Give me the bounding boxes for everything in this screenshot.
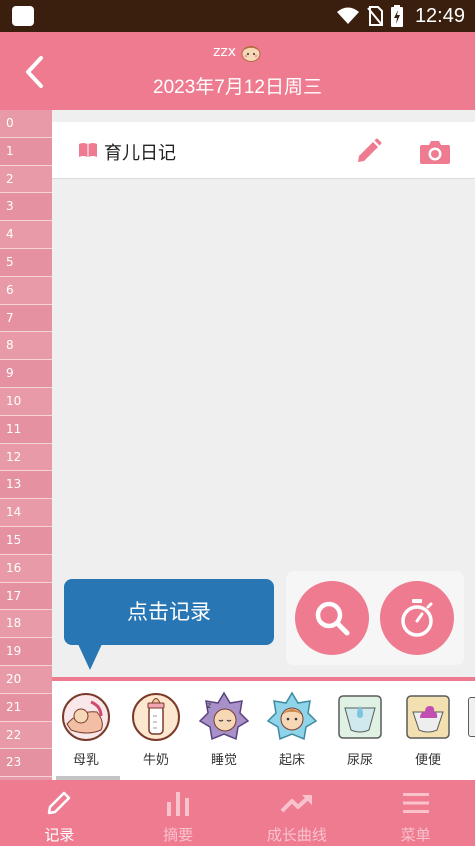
hour-label: 3 [0, 193, 52, 222]
timer-button[interactable] [380, 581, 454, 655]
tab-record[interactable]: 记录 [0, 780, 119, 846]
hour-label: 14 [0, 499, 52, 527]
tab-label: 菜单 [400, 826, 431, 844]
hour-label: 12 [0, 444, 52, 472]
edit-diary-button[interactable] [352, 136, 384, 168]
hour-label: 1 [0, 137, 52, 166]
hour-label: 9 [0, 360, 52, 388]
quick-item-label: 母乳 [72, 753, 99, 768]
search-icon [315, 601, 350, 636]
header: zzx 2023年7月12日周三 [0, 32, 475, 110]
wifi-icon [336, 7, 359, 24]
baby-name: zzx [213, 44, 236, 60]
status-bar: 12:49 [0, 0, 475, 32]
camera-icon [420, 141, 450, 164]
hour-label: 7 [0, 304, 52, 333]
hour-label: 10 [0, 388, 52, 416]
tab-menu[interactable]: 菜单 [356, 780, 475, 846]
bar-chart-icon [167, 792, 190, 816]
svg-text:z: z [207, 701, 211, 710]
search-button[interactable] [295, 581, 369, 655]
tooltip-pointer [78, 644, 102, 670]
hour-label: 15 [0, 527, 52, 555]
hour-label: 19 [0, 638, 52, 666]
trend-up-icon [280, 794, 312, 813]
book-icon [79, 143, 97, 157]
hour-label: 0 [0, 110, 52, 138]
tab-label: 记录 [44, 826, 75, 844]
baby-profile[interactable]: zzx [0, 42, 475, 62]
hour-ruler: 0 1 2 3 4 5 6 7 8 9 10 11 12 13 14 15 16 17 18 19 20 21 22 23 [0, 110, 52, 780]
pencil-icon [358, 138, 382, 162]
hour-label: 22 [0, 722, 52, 750]
quick-item-bottle[interactable]: 牛奶 [126, 691, 186, 768]
quick-item-label: 牛奶 [142, 753, 169, 768]
quick-item-breastfeeding[interactable]: 母乳 [56, 691, 116, 768]
quick-record-bar[interactable]: 母乳 牛奶 z 睡觉 起床 尿尿 便便 [52, 677, 475, 780]
quick-item-wake-up[interactable]: 起床 [262, 691, 322, 768]
tab-label: 成长曲线 [266, 826, 327, 844]
hour-label: 6 [0, 277, 52, 305]
tab-growth-curve[interactable]: 成长曲线 [238, 780, 357, 846]
quick-item-label: 尿尿 [346, 753, 373, 768]
wake-up-icon [266, 691, 318, 741]
hour-label: 21 [0, 693, 52, 722]
quick-item-poop[interactable]: 便便 [398, 691, 458, 768]
add-photo-button[interactable] [418, 136, 452, 168]
quick-item-label: 便便 [414, 753, 441, 768]
hour-label: 16 [0, 555, 52, 583]
menu-icon [402, 793, 429, 813]
hour-label: 17 [0, 582, 52, 611]
hour-label: 2 [0, 166, 52, 194]
status-time: 12:49 [414, 4, 465, 27]
tab-summary[interactable]: 摘要 [119, 780, 238, 846]
diaper-pee-icon [338, 695, 382, 739]
no-sim-icon [367, 6, 383, 26]
quick-item-pee[interactable]: 尿尿 [330, 691, 390, 768]
baby-face-icon [241, 46, 261, 62]
hour-label: 23 [0, 749, 52, 778]
stopwatch-icon [401, 599, 433, 637]
diaper-poop-icon [406, 695, 450, 739]
quick-item-label: 起床 [278, 753, 305, 768]
hour-label: 18 [0, 610, 52, 639]
diary-row[interactable]: 育儿日记 [52, 122, 475, 179]
app-notification-icon [12, 6, 34, 26]
tab-label: 摘要 [163, 826, 194, 844]
battery-charging-icon [390, 5, 403, 27]
quick-item-more-partial[interactable] [468, 697, 475, 737]
hour-label: 20 [0, 666, 52, 694]
hour-label: 13 [0, 471, 52, 500]
pencil-icon [48, 791, 71, 815]
hour-label: 8 [0, 332, 52, 361]
quick-item-sleep[interactable]: z 睡觉 [194, 691, 254, 768]
quick-item-label: 睡觉 [210, 753, 237, 768]
breastfeeding-icon [62, 693, 110, 741]
bottom-navigation: 记录 摘要 成长曲线 菜单 [0, 780, 475, 846]
diary-label: 育儿日记 [104, 143, 176, 164]
status-icons: 12:49 [336, 4, 465, 28]
bottle-icon [132, 693, 180, 741]
hour-label: 5 [0, 249, 52, 277]
hour-label: 11 [0, 415, 52, 444]
hour-label: 4 [0, 221, 52, 249]
page-title-date: 2023年7月12日周三 [153, 77, 322, 98]
sleep-icon: z [198, 691, 250, 741]
record-hint-tooltip: 点击记录 [64, 579, 274, 645]
